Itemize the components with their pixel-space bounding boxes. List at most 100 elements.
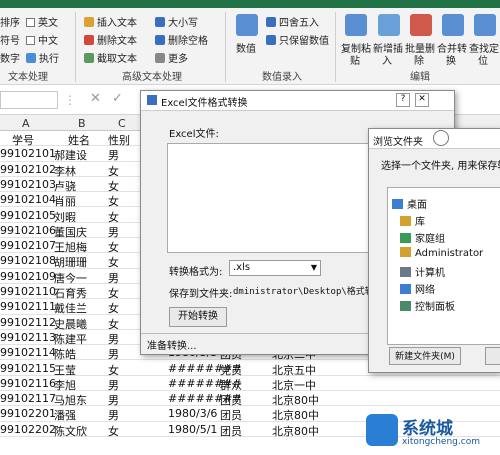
name-box[interactable] (0, 91, 58, 109)
copy-paste-label-2: 贴 (350, 56, 360, 67)
ribbon-delete-text[interactable]: 删除文本 (84, 32, 137, 47)
ok-button[interactable] (485, 347, 500, 365)
chevron-down-icon: ▼ (310, 263, 317, 272)
table-cell[interactable]: 团员 (220, 423, 242, 439)
tree-item[interactable]: 控制面板 (400, 298, 455, 313)
table-cell[interactable]: 99102103 (0, 178, 56, 191)
ribbon-top-strip (0, 0, 500, 8)
keep-number-icon (266, 35, 276, 45)
dialog-title: Excel文件格式转换 (161, 98, 248, 109)
ribbon-symbol[interactable]: 符号 (0, 32, 20, 47)
group-text-processing: 文本处理 (8, 72, 48, 83)
tree-item[interactable]: 家庭组 (400, 230, 445, 245)
divider (225, 12, 226, 82)
table-cell[interactable]: 陈文欣 (54, 423, 87, 439)
start-convert-button[interactable]: 开始转换 (169, 307, 227, 327)
table-cell[interactable]: 99102115 (0, 362, 56, 375)
ribbon-round[interactable]: 四舍五入 (266, 14, 319, 29)
table-cell[interactable]: 99102107 (0, 239, 56, 252)
cancel-icon[interactable]: ⋮ (64, 93, 76, 107)
delete-text-icon (84, 35, 94, 45)
table-cell[interactable]: 99102116 (0, 377, 56, 390)
table-cell[interactable]: 99102202 (0, 423, 56, 436)
cancel-icon[interactable]: ✕ (90, 91, 101, 106)
tree-item-label: 控制面板 (415, 302, 455, 313)
table-cell[interactable]: 女 (108, 423, 119, 439)
col-b[interactable]: B (78, 117, 86, 130)
number-icon[interactable] (236, 14, 258, 36)
table-cell[interactable]: 99102102 (0, 163, 56, 176)
ribbon-extract-text[interactable]: 截取文本 (84, 50, 137, 65)
tree-item-label: 家庭组 (415, 234, 445, 245)
tree-item[interactable]: Administrator (400, 247, 483, 259)
ribbon-number[interactable]: 数字 (0, 50, 20, 65)
table-cell[interactable]: 99102111 (0, 300, 56, 313)
col-c[interactable]: C (118, 117, 126, 130)
tree-item[interactable]: 计算机 (400, 264, 445, 279)
find-label-2: 位 (478, 56, 488, 67)
checkbox-icon (26, 18, 35, 27)
table-cell[interactable]: 99102201 (0, 407, 56, 420)
tree-item-label: 桌面 (407, 200, 427, 211)
tree-item-label: Administrator (415, 248, 484, 259)
ribbon-english[interactable]: 英文 (26, 14, 58, 29)
folder-icon (400, 233, 411, 243)
ribbon-chinese[interactable]: 中文 (26, 32, 58, 47)
find-icon[interactable] (474, 14, 496, 36)
table-cell[interactable]: 1980/5/1 (168, 423, 217, 436)
excel-file-list[interactable] (167, 143, 402, 253)
table-cell[interactable]: 99102117 (0, 392, 56, 405)
copy-paste-icon[interactable] (345, 14, 367, 36)
format-value: .xls (233, 262, 251, 273)
insert-icon[interactable] (378, 14, 400, 36)
help-button[interactable]: ? (396, 93, 410, 107)
ribbon-execute[interactable]: 执行 (26, 50, 59, 65)
tree-item[interactable]: 库 (400, 213, 425, 228)
tree-item[interactable]: 桌面 (392, 196, 427, 211)
col-a[interactable]: A (22, 117, 30, 130)
table-cell[interactable]: 99102109 (0, 270, 56, 283)
tree-item[interactable]: 网络 (400, 281, 435, 296)
app-icon (147, 95, 157, 105)
merge-label-2: 换 (446, 56, 456, 67)
ribbon-insert-text[interactable]: 插入文本 (84, 14, 137, 29)
browse-title: 浏览文件夹 (373, 137, 423, 148)
ribbon-sort[interactable]: 排序 (0, 14, 20, 29)
table-cell[interactable]: 99102114 (0, 346, 56, 359)
table-cell[interactable]: 99102112 (0, 316, 56, 329)
browse-titlebar: 浏览文件夹 (369, 129, 500, 149)
table-cell[interactable]: 99102101 (0, 147, 56, 160)
format-select[interactable]: .xls ▼ (229, 260, 321, 276)
browse-folder-dialog: 浏览文件夹 选择一个文件夹, 用来保存转 桌面库家庭组 Administrator… (368, 128, 500, 373)
insert-text-icon (84, 17, 94, 27)
table-cell[interactable]: 北京80中 (272, 423, 319, 439)
group-edit: 编辑 (410, 72, 430, 83)
close-button[interactable]: ✕ (415, 93, 429, 107)
group-advanced-text: 高级文本处理 (122, 72, 182, 83)
ribbon-more[interactable]: 更多 (155, 50, 188, 65)
ribbon-delete-space[interactable]: 删除空格 (155, 32, 208, 47)
table-cell[interactable]: 99102110 (0, 285, 56, 298)
case-icon (155, 17, 165, 27)
confirm-icon[interactable]: ✓ (112, 91, 123, 106)
folder-tree[interactable]: 桌面库家庭组 Administrator 计算机网络控制面板 (387, 187, 500, 345)
insert-label-2: 入 (382, 56, 392, 67)
batch-delete-label-2: 除 (414, 56, 424, 67)
merge-icon[interactable] (442, 14, 464, 36)
ribbon-keep-number[interactable]: 只保留数值 (266, 32, 329, 47)
delete-space-icon (155, 35, 165, 45)
table-cell[interactable]: 99102106 (0, 224, 56, 237)
group-number-entry: 数值录入 (262, 72, 302, 83)
batch-delete-icon[interactable] (410, 14, 432, 36)
table-cell[interactable]: 99102113 (0, 331, 56, 344)
house-logo-icon (366, 414, 398, 446)
table-cell[interactable]: 99102108 (0, 254, 56, 267)
table-cell[interactable]: 1980/3/6 (168, 407, 217, 420)
save-path-field[interactable]: dministrator\Desktop\格式转换 (233, 284, 373, 298)
new-folder-button[interactable]: 新建文件夹(M) (389, 347, 461, 365)
folder-icon (400, 301, 411, 311)
checkbox-icon (26, 36, 35, 45)
table-cell[interactable]: 99102104 (0, 193, 56, 206)
ribbon-case[interactable]: 大小写 (155, 14, 198, 29)
table-cell[interactable]: 99102105 (0, 209, 56, 222)
